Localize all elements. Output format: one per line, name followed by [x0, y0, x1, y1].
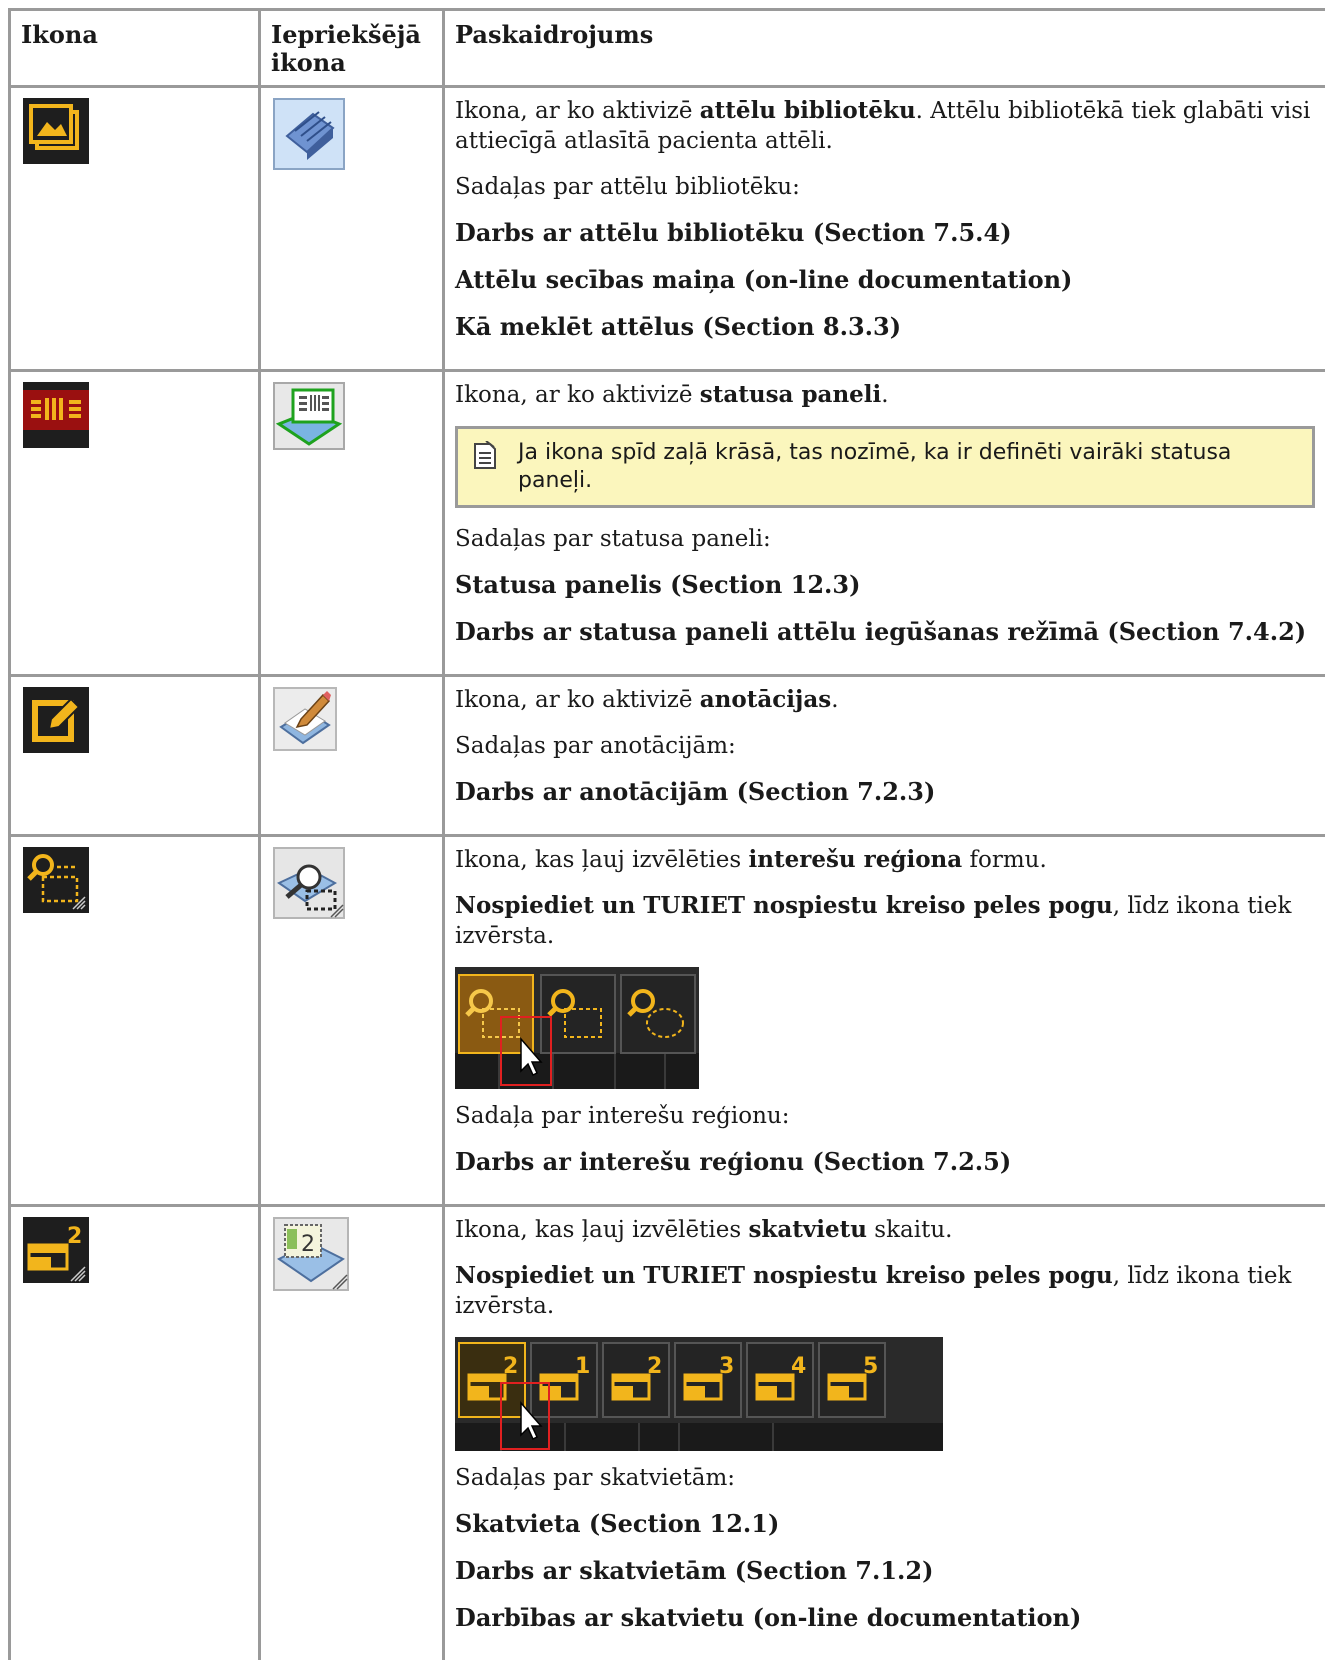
section-link[interactable]: Darbs ar interešu reģionu (Section 7.2.5…	[455, 1147, 1315, 1177]
status-panel-icon	[23, 382, 89, 448]
section-link[interactable]: Darbības ar skatvietu (on-line documenta…	[455, 1603, 1315, 1633]
header-previous-icon: Iepriekšējā ikona	[258, 8, 442, 85]
section-link[interactable]: Statusa panelis (Section 12.3)	[455, 570, 1315, 600]
annotation-icon	[23, 687, 89, 753]
sections-label: Sadaļas par attēlu bibliotēku:	[455, 174, 800, 200]
sections-label: Sadaļas par anotācijām:	[455, 733, 736, 759]
description-intro: Ikona, kas ļauj izvēlēties skatvietu ska…	[455, 1216, 953, 1243]
section-link[interactable]: Darbs ar anotācijām (Section 7.2.3)	[455, 777, 1315, 807]
section-link[interactable]: Attēlu secības maiņa (on-line documentat…	[455, 265, 1315, 295]
section-link[interactable]: Darbs ar statusa paneli attēlu iegūšanas…	[455, 617, 1315, 647]
table-row: Ikona, kas ļauj izvēlēties interešu reģi…	[8, 834, 1325, 1204]
viewport-number: 1	[575, 1354, 590, 1379]
svg-text:2: 2	[301, 1232, 315, 1257]
header-explanation: Paskaidrojums	[442, 8, 1325, 85]
table-row: Ikona, ar ko aktivizē anotācijas. Sadaļa…	[8, 674, 1325, 834]
viewport-count-icon: 2	[23, 1217, 89, 1283]
note-icon	[474, 441, 496, 469]
icon-reference-table: Ikona Iepriekšējā ikona Paskaidrojums Ik…	[8, 8, 1325, 1660]
old-status-panel-icon	[273, 382, 345, 450]
table-header-row: Ikona Iepriekšējā ikona Paskaidrojums	[8, 8, 1325, 85]
roi-expanded-toolbar-screenshot	[455, 967, 699, 1089]
header-icon: Ikona	[8, 8, 258, 85]
old-annotation-icon	[273, 687, 337, 751]
description-intro: Ikona, ar ko aktivizē attēlu bibliotēku.…	[455, 97, 1311, 154]
sections-label: Sadaļas par statusa paneli:	[455, 526, 771, 552]
instruction: Nospiediet un TURIET nospiestu kreiso pe…	[455, 892, 1292, 949]
table-row: Ikona, ar ko aktivizē statusa paneli. Ja…	[8, 369, 1325, 674]
viewport-number: 3	[719, 1354, 734, 1379]
table-row: 2 2 Ikona, kas ļauj izvēlēties skatvietu…	[8, 1204, 1325, 1660]
svg-text:2: 2	[67, 1224, 82, 1249]
table-row: Ikona, ar ko aktivizē attēlu bibliotēku.…	[8, 85, 1325, 369]
viewport-button: 2	[602, 1342, 670, 1418]
section-link[interactable]: Darbs ar skatvietām (Section 7.1.2)	[455, 1556, 1315, 1586]
description-intro: Ikona, ar ko aktivizē anotācijas.	[455, 686, 839, 713]
viewport-button: 3	[674, 1342, 742, 1418]
section-link[interactable]: Darbs ar attēlu bibliotēku (Section 7.5.…	[455, 218, 1315, 248]
description-intro: Ikona, ar ko aktivizē statusa paneli.	[455, 381, 889, 408]
image-library-icon	[23, 98, 89, 164]
viewport-number: 2	[503, 1354, 518, 1379]
viewport-button: 4	[746, 1342, 814, 1418]
region-of-interest-icon	[23, 847, 89, 913]
viewport-number: 2	[647, 1354, 662, 1379]
note-box: Ja ikona spīd zaļā krāsā, tas nozīmē, ka…	[455, 426, 1315, 508]
instruction: Nospiediet un TURIET nospiestu kreiso pe…	[455, 1262, 1292, 1319]
viewport-button-active: 2	[458, 1342, 526, 1418]
old-region-of-interest-icon	[273, 847, 345, 919]
viewport-number: 5	[863, 1354, 878, 1379]
section-link[interactable]: Kā meklēt attēlus (Section 8.3.3)	[455, 312, 1315, 342]
viewport-number: 4	[791, 1354, 806, 1379]
viewport-button: 1	[530, 1342, 598, 1418]
old-viewport-count-icon: 2	[273, 1217, 349, 1291]
description-intro: Ikona, kas ļauj izvēlēties interešu reģi…	[455, 846, 1047, 873]
viewport-button: 5	[818, 1342, 886, 1418]
sections-label: Sadaļas par skatvietām:	[455, 1465, 735, 1491]
sections-label: Sadaļa par interešu reģionu:	[455, 1103, 790, 1129]
old-image-library-icon	[273, 98, 345, 170]
viewport-expanded-toolbar-screenshot: 2 1 2 3 4 5	[455, 1337, 943, 1451]
note-text: Ja ikona spīd zaļā krāsā, tas nozīmē, ka…	[518, 440, 1232, 493]
section-link[interactable]: Skatvieta (Section 12.1)	[455, 1509, 1315, 1539]
